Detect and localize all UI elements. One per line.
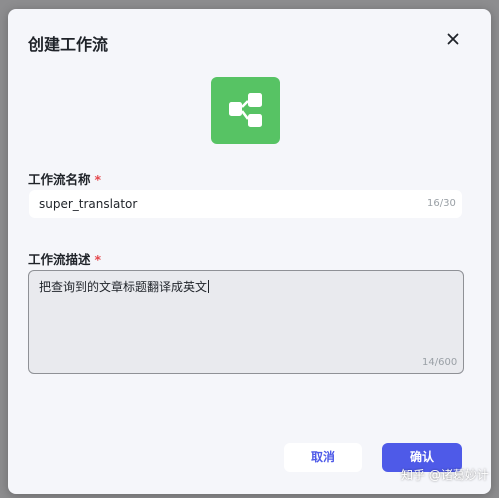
name-label: 工作流名称 * — [28, 169, 101, 188]
description-value: 把查询到的文章标题翻译成英文 — [39, 280, 208, 294]
create-workflow-dialog: 创建工作流 工作流名称* 16/30 工作流描述* 把查询到的文章标题翻译成英文… — [8, 9, 491, 494]
watermark: 知乎 @诸葛妙计 — [401, 468, 489, 482]
cancel-button[interactable]: 取消 — [284, 443, 362, 472]
workflow-icon — [211, 77, 280, 144]
text-cursor — [208, 280, 210, 293]
workflow-description-textarea[interactable]: 把查询到的文章标题翻译成英文 14/600 — [28, 270, 464, 374]
workflow-name-input[interactable] — [39, 190, 399, 218]
dialog-title: 创建工作流 — [28, 35, 109, 54]
description-text: 把查询到的文章标题翻译成英文 — [39, 278, 210, 295]
name-char-counter: 16/30 — [427, 198, 456, 209]
required-mark: * — [94, 172, 102, 187]
workflow-name-field[interactable]: 16/30 — [29, 190, 462, 218]
description-char-counter: 14/600 — [422, 357, 458, 368]
name-label-text: 工作流名称 — [28, 172, 91, 187]
close-icon[interactable] — [444, 30, 462, 48]
description-label: 工作流描述 * — [28, 249, 101, 268]
required-mark: * — [94, 252, 102, 267]
description-label-text: 工作流描述 — [28, 252, 91, 267]
